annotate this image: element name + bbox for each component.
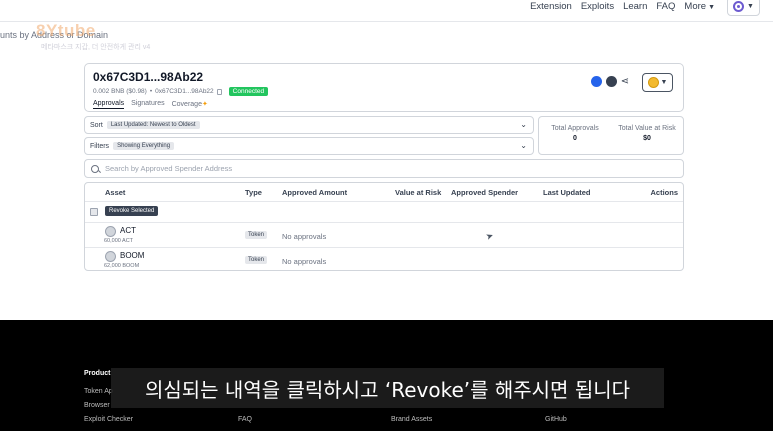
copy-icon[interactable] xyxy=(216,88,222,95)
header-asset: Asset xyxy=(105,188,126,197)
header-last-updated: Last Updated xyxy=(543,188,591,197)
token-icon xyxy=(105,251,116,262)
wallet-actions: ⋖ xyxy=(590,76,629,87)
asset-name: BOOM xyxy=(120,251,145,260)
watermark-subtitle: 메타마스크 지갑, 더 안전하게 관리 v4 xyxy=(41,44,151,51)
bnb-chain-icon xyxy=(647,77,659,88)
header-value-at-risk: Value at Risk xyxy=(395,188,442,197)
explorer-icon[interactable] xyxy=(590,76,602,87)
chevron-down-icon: ▼ xyxy=(660,79,668,86)
approved-amount: No approvals xyxy=(282,257,327,266)
filter-select[interactable]: Filters Showing Everything ⌄ xyxy=(84,137,534,155)
nav-more-label: More xyxy=(684,1,707,12)
status-badge: Connected xyxy=(228,87,269,96)
wallet-address: 0x67C3D1...98Ab22 xyxy=(93,70,204,84)
select-all-checkbox[interactable] xyxy=(90,208,98,216)
header-type: Type xyxy=(245,188,262,197)
wallet-meta: 0.002 BNB ($0.98) • 0x67C3D1...98Ab22 Co… xyxy=(93,87,269,96)
total-approvals: Total Approvals 0 xyxy=(539,117,611,154)
tab-signatures[interactable]: Signatures xyxy=(131,100,164,109)
approvals-table: Asset Type Approved Amount Value at Risk… xyxy=(84,182,684,271)
page-subtitle: unts by Address or Domain xyxy=(0,30,109,40)
footer-link-token-approvals[interactable]: Token Ap xyxy=(84,388,113,395)
footer-link-brand-assets[interactable]: Brand Assets xyxy=(391,416,432,423)
nav-links: Extension Exploits Learn FAQ More ▼ xyxy=(530,1,715,14)
chevron-down-icon: ▼ xyxy=(747,3,754,10)
top-nav: Extension Exploits Learn FAQ More ▼ ▼ xyxy=(0,0,773,22)
wallet-short-address: 0x67C3D1...98Ab22 xyxy=(155,88,214,95)
footer-link-faq[interactable]: FAQ xyxy=(238,416,252,423)
chevron-down-icon: ⌄ xyxy=(520,141,527,150)
total-value-at-risk: Total Value at Risk $0 xyxy=(611,117,683,154)
chevron-down-icon: ▼ xyxy=(708,4,715,11)
tab-approvals[interactable]: Approvals xyxy=(93,100,125,109)
search-placeholder: Search by Approved Spender Address xyxy=(105,164,233,173)
approved-amount: No approvals xyxy=(282,232,327,241)
chevron-down-icon: ⌄ xyxy=(520,120,527,129)
sort-label: Sort xyxy=(90,121,103,129)
total-approvals-value: 0 xyxy=(573,135,577,142)
type-badge: Token xyxy=(245,231,268,239)
nav-link-extension[interactable]: Extension xyxy=(530,1,572,14)
wallet-balance: 0.002 BNB ($0.98) xyxy=(93,88,147,95)
sort-select[interactable]: Sort Last Updated: Newest to Oldest ⌄ xyxy=(84,116,534,134)
table-header: Asset Type Approved Amount Value at Risk… xyxy=(85,183,683,202)
header-approved-spender: Approved Spender xyxy=(451,188,519,197)
account-icon xyxy=(733,1,745,12)
footer-link-github[interactable]: GitHub xyxy=(545,416,567,423)
account-button[interactable]: ▼ xyxy=(727,0,760,16)
chain-selector[interactable]: ▼ xyxy=(642,73,673,92)
portfolio-icon[interactable] xyxy=(605,76,617,87)
nav-link-learn[interactable]: Learn xyxy=(623,1,647,14)
type-badge: Token xyxy=(245,256,268,264)
tab-coverage-label: Coverage xyxy=(171,101,202,108)
nav-link-more[interactable]: More ▼ xyxy=(684,1,715,14)
nav-link-exploits[interactable]: Exploits xyxy=(581,1,614,14)
sparkle-icon: ✦ xyxy=(201,101,208,108)
header-approved-amount: Approved Amount xyxy=(282,188,348,197)
filter-value: Showing Everything xyxy=(113,142,175,150)
table-row: BOOM 62,000 BOOM Token No approvals xyxy=(85,248,683,273)
tab-coverage[interactable]: Coverage✦ xyxy=(172,100,208,109)
search-input[interactable]: Search by Approved Spender Address xyxy=(84,159,684,178)
share-icon[interactable]: ⋖ xyxy=(621,76,629,87)
wallet-tabs: Approvals Signatures Coverage✦ xyxy=(93,100,208,109)
totals-panel: Total Approvals 0 Total Value at Risk $0 xyxy=(538,116,684,155)
asset-balance: 62,000 BOOM xyxy=(104,263,140,269)
separator-dot: • xyxy=(149,88,153,95)
total-value-value: $0 xyxy=(643,135,651,142)
total-approvals-label: Total Approvals xyxy=(551,125,599,132)
sort-value: Last Updated: Newest to Oldest xyxy=(106,121,200,129)
nav-link-faq[interactable]: FAQ xyxy=(656,1,675,14)
search-icon xyxy=(91,164,99,173)
asset-name: ACT xyxy=(120,226,136,235)
header-actions: Actions xyxy=(650,188,678,197)
asset-balance: 60,000 ACT xyxy=(104,238,134,244)
filter-label: Filters xyxy=(90,142,110,150)
table-row: ACT 60,000 ACT Token No approvals xyxy=(85,223,683,248)
video-caption: 의심되는 내역을 클릭하시고 ‘Revoke’를 해주시면 됩니다 xyxy=(111,368,664,408)
wallet-card: 0x67C3D1...98Ab22 0.002 BNB ($0.98) • 0x… xyxy=(84,63,684,112)
footer-link-exploit-checker[interactable]: Exploit Checker xyxy=(84,416,133,423)
token-icon xyxy=(105,226,116,237)
revoke-selected-button[interactable]: Revoke Selected xyxy=(105,206,159,216)
footer-link-browser[interactable]: Browser xyxy=(84,402,110,409)
bulk-actions-row: Revoke Selected xyxy=(85,202,683,223)
total-value-label: Total Value at Risk xyxy=(618,125,676,132)
footer-product-heading: Product xyxy=(84,370,111,377)
